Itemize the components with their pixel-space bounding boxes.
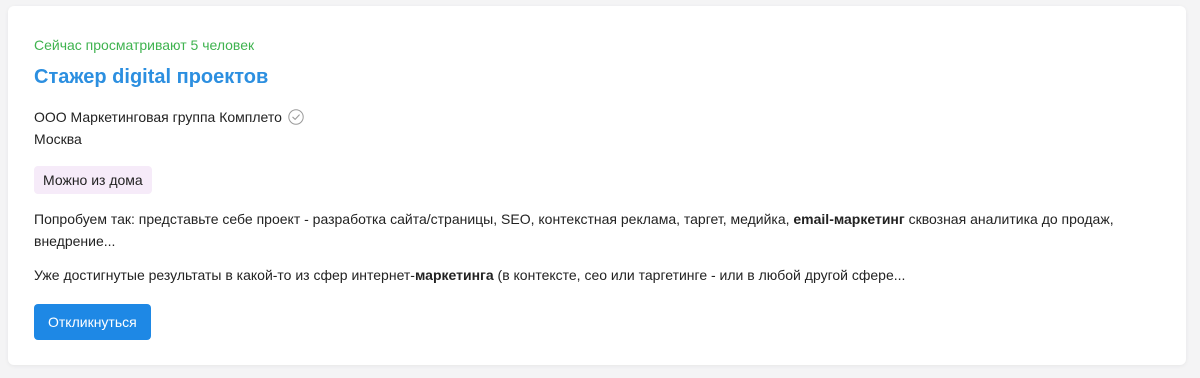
vacancy-title-link[interactable]: Стажер digital проектов: [34, 64, 268, 90]
respond-button[interactable]: Откликнуться: [34, 304, 151, 340]
vacancy-card: Сейчас просматривают 5 человек Стажер di…: [8, 6, 1186, 365]
company-row: ООО Маркетинговая группа Комплето: [34, 107, 304, 127]
description-1-highlight: email-маркетинг: [793, 211, 905, 227]
check-circle-icon: [288, 109, 304, 125]
vacancy-description-1: Попробуем так: представьте себе проект -…: [34, 208, 1144, 252]
company-name[interactable]: ООО Маркетинговая группа Комплето: [34, 107, 282, 127]
remote-work-tag: Можно из дома: [34, 166, 152, 194]
description-1-text: Попробуем так: представьте себе проект -…: [34, 211, 794, 227]
vacancy-description-2: Уже достигнутые результаты в какой-то из…: [34, 264, 1144, 286]
description-2-text-end: (в контексте, сео или таргетинге - или в…: [493, 267, 906, 283]
viewers-count: Сейчас просматривают 5 человек: [34, 37, 255, 53]
vacancy-city: Москва: [34, 131, 82, 147]
description-2-highlight: маркетинга: [414, 267, 494, 283]
description-2-text: Уже достигнутые результаты в какой-то из…: [34, 267, 415, 283]
